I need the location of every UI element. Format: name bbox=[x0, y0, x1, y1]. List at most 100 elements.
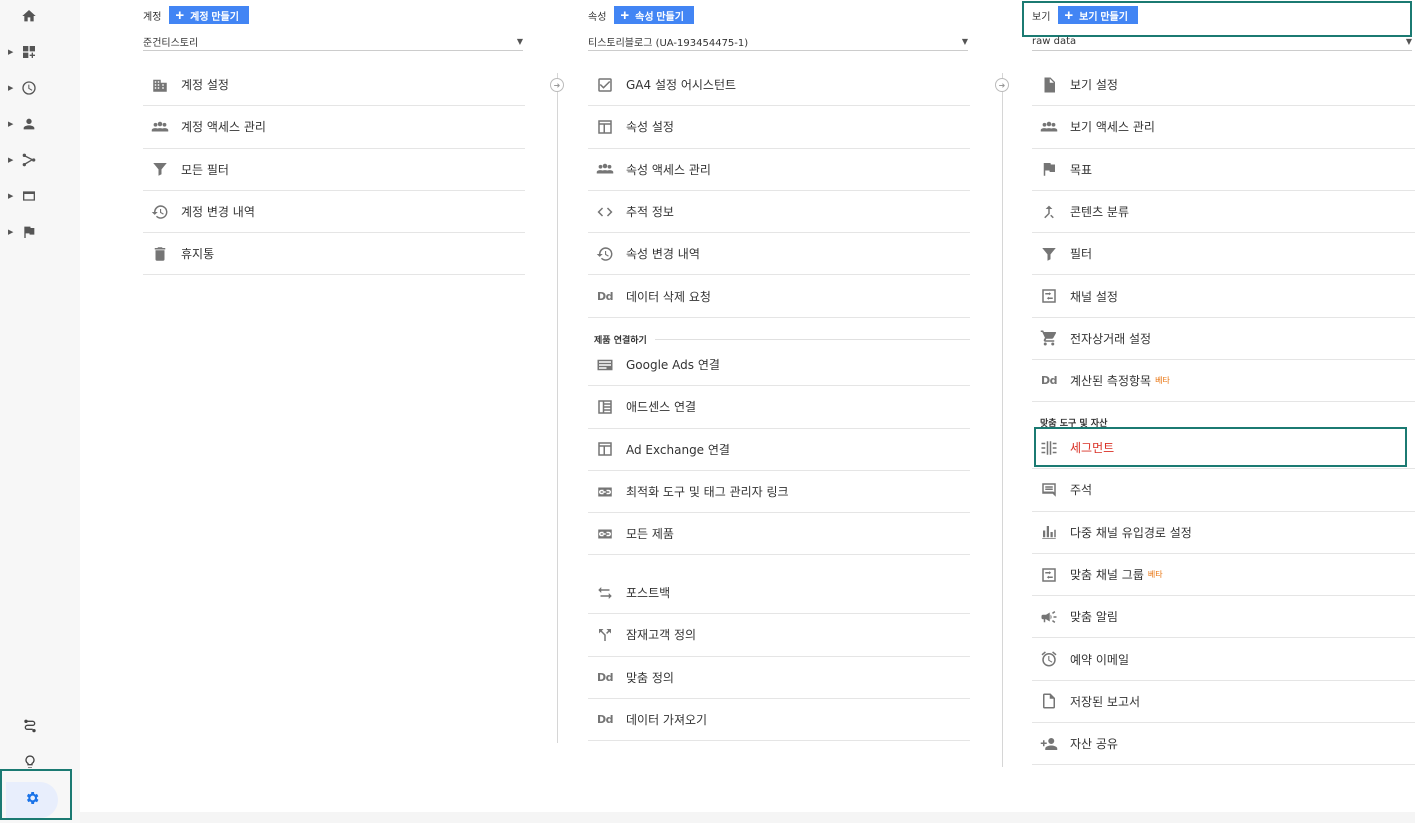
menu-item-ads[interactable]: Google Ads 연결 bbox=[588, 344, 970, 387]
nav-home[interactable] bbox=[8, 3, 52, 29]
menu-item-trash[interactable]: 휴지통 bbox=[143, 233, 525, 276]
nav-conversions[interactable]: ▶ bbox=[8, 219, 52, 245]
menu-item-window[interactable]: Ad Exchange 연결 bbox=[588, 429, 970, 471]
menu-item-window[interactable]: 속성 설정 bbox=[588, 106, 970, 149]
dd-icon: Dd bbox=[1040, 374, 1058, 388]
menu-item-history[interactable]: 속성 변경 내역 bbox=[588, 233, 970, 276]
link-icon bbox=[598, 529, 612, 539]
menu-item-person-add[interactable]: 자산 공유 bbox=[1032, 723, 1415, 766]
nav-behavior[interactable]: ▶ bbox=[8, 183, 52, 209]
menu-item-fork[interactable]: 잠재고객 정의 bbox=[588, 614, 970, 657]
nav-acquisition[interactable]: ▶ bbox=[8, 147, 52, 173]
person-icon bbox=[20, 115, 38, 133]
menu-item-adsense[interactable]: 애드센스 연결 bbox=[588, 386, 970, 429]
file-icon bbox=[1043, 693, 1055, 709]
menu-item-megaphone[interactable]: 맞춤 알림 bbox=[1032, 596, 1415, 639]
filter-icon bbox=[1042, 247, 1056, 261]
building-icon bbox=[153, 79, 167, 92]
menu-item-dd[interactable]: Dd 데이터 가져오기 bbox=[588, 699, 970, 742]
menu-item-code[interactable]: 추적 정보 bbox=[588, 191, 970, 234]
property-header-label: 속성 bbox=[588, 11, 607, 23]
menu-item-comment[interactable]: 주석 bbox=[1032, 469, 1415, 512]
menu-item-merge[interactable]: 콘텐츠 분류 bbox=[1032, 191, 1415, 234]
view-selector[interactable]: raw data ▼ bbox=[1032, 33, 1412, 51]
arrow-right-icon: ➜ bbox=[995, 78, 1009, 92]
menu-item-label: 다중 채널 유입경로 설정 bbox=[1070, 525, 1192, 540]
create-account-button[interactable]: + 계정 만들기 bbox=[169, 6, 249, 24]
nav-audience[interactable]: ▶ bbox=[8, 111, 52, 137]
menu-item-channel[interactable]: 맞춤 채널 그룹 베타 bbox=[1032, 554, 1415, 597]
menu-item-history[interactable]: 계정 변경 내역 bbox=[143, 191, 525, 234]
menu-item-bar-chart[interactable]: 다중 채널 유입경로 설정 bbox=[1032, 512, 1415, 554]
nav-discover[interactable] bbox=[18, 752, 42, 776]
menu-item-checkbox[interactable]: GA4 설정 어시스턴트 bbox=[588, 64, 970, 107]
menu-item-segment[interactable]: 세그먼트 bbox=[1032, 427, 1415, 470]
menu-item-dd[interactable]: Dd 맞춤 정의 bbox=[588, 657, 970, 699]
checkbox-icon bbox=[598, 77, 612, 92]
nav-admin[interactable] bbox=[6, 782, 58, 818]
menu-item-label: 데이터 삭제 요청 bbox=[626, 289, 711, 304]
menu-item-channel[interactable]: 채널 설정 bbox=[1032, 276, 1415, 318]
link-icon bbox=[598, 487, 612, 497]
menu-item-link[interactable]: 최적화 도구 및 태그 관리자 링크 bbox=[588, 471, 970, 514]
alarm-icon bbox=[1041, 651, 1057, 667]
menu-item-flag[interactable]: 목표 bbox=[1032, 149, 1415, 191]
menu-item-document[interactable]: 보기 설정 bbox=[1032, 64, 1415, 107]
view-selector-value: raw data bbox=[1032, 36, 1077, 47]
menu-item-people[interactable]: 보기 액세스 관리 bbox=[1032, 106, 1415, 149]
dd-icon: Dd bbox=[596, 289, 614, 303]
account-header-label: 계정 bbox=[143, 11, 162, 23]
create-view-button[interactable]: + 보기 만들기 bbox=[1058, 6, 1138, 24]
dd-icon: Dd bbox=[596, 670, 614, 684]
nav-customization[interactable]: ▶ bbox=[8, 39, 52, 65]
menu-item-label: Google Ads 연결 bbox=[626, 358, 720, 373]
menu-item-dd[interactable]: Dd 데이터 삭제 요청 bbox=[588, 276, 970, 318]
property-selector[interactable]: 티스토리블로그 (UA-193454475-1) ▼ bbox=[588, 33, 968, 51]
dd-icon: Dd bbox=[596, 713, 614, 727]
menu-item-people[interactable]: 계정 액세스 관리 bbox=[143, 106, 525, 149]
menu-item-swap[interactable]: 포스트백 bbox=[588, 572, 970, 615]
clock-icon bbox=[20, 79, 38, 97]
menu-item-filter[interactable]: 모든 필터 bbox=[143, 149, 525, 191]
person-add-icon bbox=[1040, 737, 1058, 750]
trash-icon bbox=[154, 247, 166, 261]
history-icon bbox=[596, 247, 613, 261]
menu-item-label: 예약 이메일 bbox=[1070, 652, 1130, 667]
people-icon bbox=[151, 121, 169, 132]
gear-icon bbox=[24, 790, 40, 810]
menu-item-cart[interactable]: 전자상거래 설정 bbox=[1032, 318, 1415, 361]
menu-item-label: 애드센스 연결 bbox=[626, 400, 697, 415]
adsense-icon bbox=[598, 400, 612, 414]
nav-realtime[interactable]: ▶ bbox=[8, 75, 52, 101]
menu-item-label: 모든 제품 bbox=[626, 527, 674, 542]
plus-icon: + bbox=[1064, 6, 1074, 24]
menu-item-label: 보기 설정 bbox=[1070, 78, 1118, 93]
menu-item-label: 보기 액세스 관리 bbox=[1070, 120, 1155, 135]
create-property-button[interactable]: + 속성 만들기 bbox=[614, 6, 694, 24]
menu-item-label: 채널 설정 bbox=[1070, 289, 1118, 304]
menu-item-dd[interactable]: Dd 계산된 측정항목 베타 bbox=[1032, 360, 1415, 403]
menu-item-label: GA4 설정 어시스턴트 bbox=[626, 78, 737, 93]
menu-item-file[interactable]: 저장된 보고서 bbox=[1032, 681, 1415, 724]
column-divider-1 bbox=[557, 73, 558, 743]
nav-attribution[interactable] bbox=[18, 716, 42, 740]
menu-item-label: 속성 설정 bbox=[626, 120, 674, 135]
menu-item-alarm[interactable]: 예약 이메일 bbox=[1032, 639, 1415, 681]
menu-item-filter[interactable]: 필터 bbox=[1032, 233, 1415, 276]
plus-icon: + bbox=[175, 6, 185, 24]
beta-badge: 베타 bbox=[1155, 376, 1170, 386]
menu-item-link[interactable]: 모든 제품 bbox=[588, 513, 970, 556]
menu-item-label: 맞춤 정의 bbox=[626, 670, 674, 685]
menu-item-label: 계산된 측정항목 bbox=[1070, 374, 1152, 389]
view-header-label: 보기 bbox=[1032, 11, 1051, 23]
segment-icon bbox=[1041, 440, 1057, 455]
behavior-icon bbox=[20, 187, 38, 205]
menu-item-label: 콘텐츠 분류 bbox=[1070, 205, 1130, 220]
column-divider-2 bbox=[1002, 73, 1003, 767]
comment-icon bbox=[1042, 483, 1056, 497]
account-selector[interactable]: 준건티스토리 ▼ bbox=[143, 33, 523, 51]
dropdown-arrow-icon: ▼ bbox=[516, 37, 523, 46]
lightbulb-icon bbox=[22, 754, 38, 774]
menu-item-building[interactable]: 계정 설정 bbox=[143, 64, 525, 107]
menu-item-people[interactable]: 속성 액세스 관리 bbox=[588, 149, 970, 191]
